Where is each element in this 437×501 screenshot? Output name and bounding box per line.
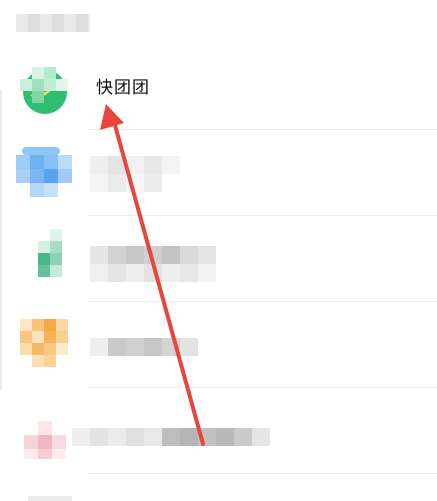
blurred-text <box>72 428 270 446</box>
blurred-app-icon <box>20 319 68 367</box>
list-item-blurred[interactable] <box>0 302 437 388</box>
blurred-app-icon <box>38 229 62 277</box>
blurred-app-icon <box>28 496 72 501</box>
list-item-blurred[interactable] <box>0 216 437 302</box>
blurred-app-icon <box>24 421 66 459</box>
list-item-blurred[interactable] <box>0 474 437 501</box>
blurred-text <box>90 246 216 282</box>
list-item-blurred[interactable] <box>0 130 437 216</box>
list-item-kuaituantuan[interactable]: 快团团 <box>0 44 437 130</box>
blurred-header <box>16 14 90 32</box>
blurred-text <box>90 338 198 356</box>
blurred-text <box>90 156 180 192</box>
list-item-blurred[interactable] <box>0 388 437 474</box>
app-name-label: 快团团 <box>96 78 150 98</box>
kuaituantuan-logo-icon <box>20 67 68 114</box>
blurred-app-icon <box>16 147 72 197</box>
